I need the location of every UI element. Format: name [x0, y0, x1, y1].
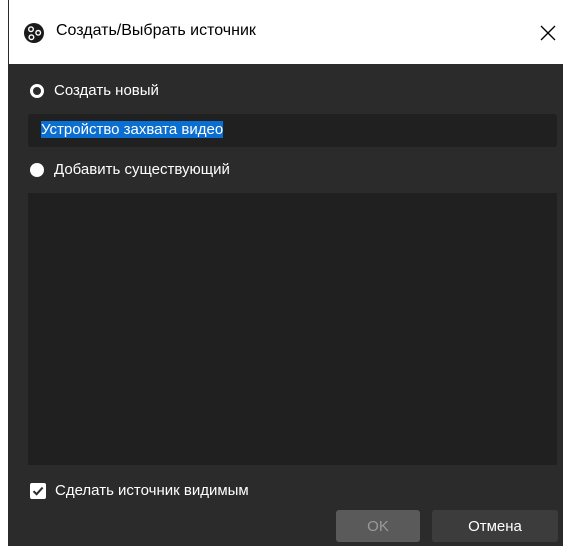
title-bar: Создать/Выбрать источник [9, 0, 563, 64]
source-name-input[interactable]: Устройство захвата видео [28, 114, 557, 147]
obs-logo-icon [24, 23, 44, 43]
make-visible-checkbox[interactable] [30, 482, 46, 499]
create-new-radio[interactable] [30, 83, 44, 98]
close-icon [540, 25, 556, 41]
make-visible-option[interactable]: Сделать источник видимым [30, 482, 249, 499]
close-button[interactable] [533, 18, 563, 48]
ok-button[interactable]: OK [336, 510, 420, 542]
checkmark-icon [32, 486, 44, 496]
existing-sources-list[interactable] [28, 193, 557, 465]
create-new-radio-option[interactable]: Создать новый [30, 82, 159, 99]
cancel-button[interactable]: Отмена [432, 510, 558, 542]
add-existing-label: Добавить существующий [54, 161, 230, 178]
create-new-label: Создать новый [54, 82, 159, 99]
dialog-body: Создать новый Устройство захвата видео Д… [9, 64, 563, 546]
add-existing-radio[interactable] [30, 162, 44, 177]
source-name-value: Устройство захвата видео [41, 121, 224, 138]
window-title: Создать/Выбрать источник [56, 22, 256, 39]
add-existing-radio-option[interactable]: Добавить существующий [30, 161, 230, 178]
create-select-source-dialog: Создать/Выбрать источник Создать новый У… [0, 0, 563, 546]
make-visible-label: Сделать источник видимым [55, 482, 249, 499]
